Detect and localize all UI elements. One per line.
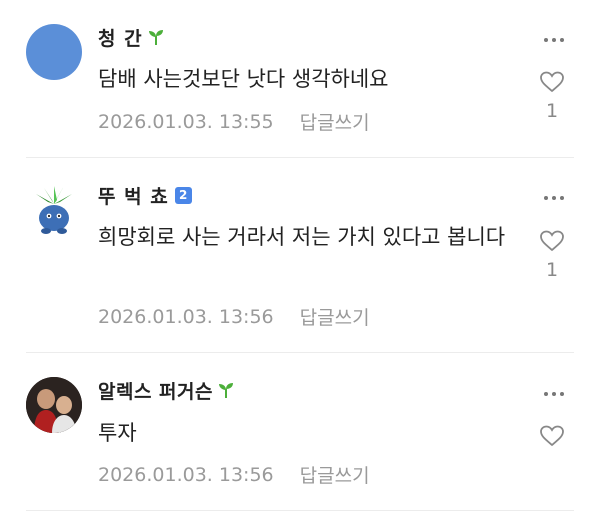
avatar-image [26,377,82,433]
reply-button[interactable]: 답글쓰기 [300,461,370,488]
heart-icon [540,71,564,93]
avatar-image [26,182,82,238]
avatar[interactable] [26,377,82,433]
level-badge: 2 [174,186,192,204]
reply-button[interactable]: 답글쓰기 [300,303,370,330]
more-icon[interactable] [544,196,564,200]
heart-icon [540,425,564,447]
avatar[interactable] [26,24,82,80]
author-name[interactable]: 알렉스 퍼거슨 [98,377,213,404]
author-row: 청 간 [98,24,165,50]
comment-meta: 2026.01.03. 13:55 답글쓰기 [98,108,370,135]
divider [26,157,574,158]
more-icon[interactable] [544,38,564,42]
author-name[interactable]: 청 간 [98,24,143,51]
author-row: 뚜 벅 쵸 2 [98,182,192,208]
comment-meta: 2026.01.03. 13:56 답글쓰기 [98,303,370,330]
more-icon[interactable] [544,392,564,396]
like-count: 1 [545,259,559,281]
comment-meta: 2026.01.03. 13:56 답글쓰기 [98,461,370,488]
comment-text: 담배 사는것보단 낫다 생각하네요 [98,67,389,91]
author-row: 알렉스 퍼거슨 [98,377,235,403]
like-button[interactable] [537,424,567,448]
heart-icon [540,230,564,252]
comment-date: 2026.01.03. 13:56 [98,463,274,486]
sprout-icon [148,30,163,45]
like-button[interactable]: 1 [537,229,567,281]
like-button[interactable]: 1 [537,70,567,122]
sprout-icon [219,383,233,398]
reply-button[interactable]: 답글쓰기 [300,108,370,135]
author-name[interactable]: 뚜 벅 쵸 [98,182,169,209]
comment-text: 투자 [98,421,137,445]
comment-date: 2026.01.03. 13:56 [98,305,274,328]
comment-date: 2026.01.03. 13:55 [98,110,274,133]
avatar[interactable] [26,182,82,238]
divider [26,510,574,511]
like-count: 1 [545,100,559,122]
divider [26,352,574,353]
comment-text: 희망회로 사는 거라서 저는 가치 있다고 봅니다 [98,225,506,249]
